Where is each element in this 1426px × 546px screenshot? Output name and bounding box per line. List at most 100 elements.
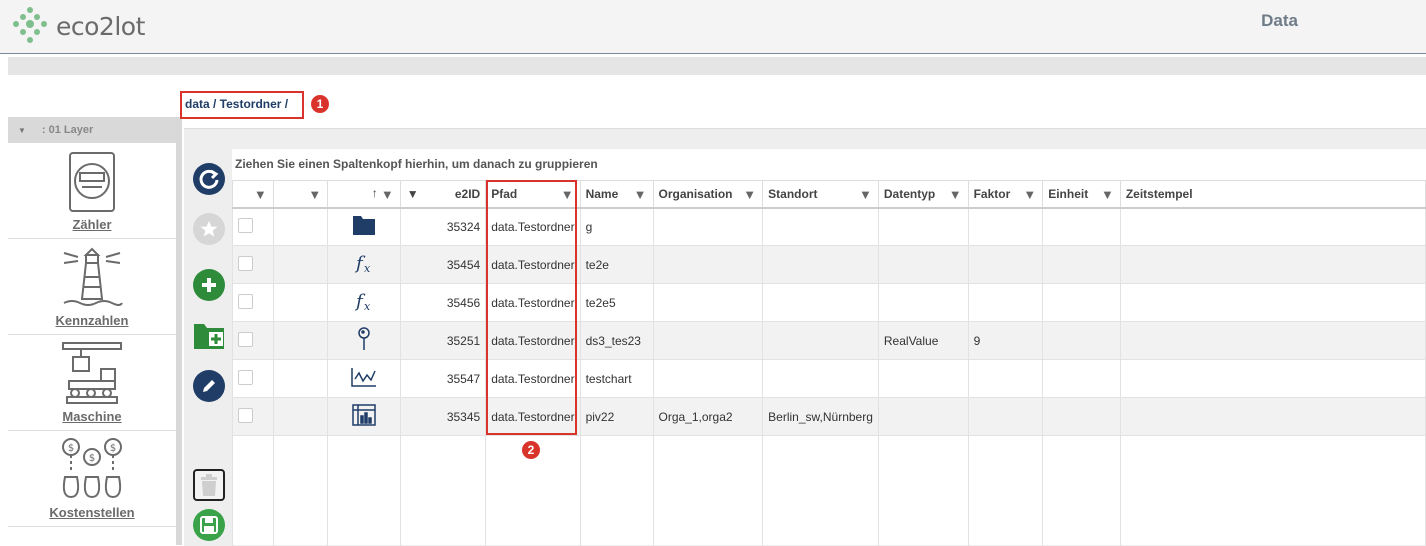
cell-organisation xyxy=(652,321,764,360)
checkbox[interactable] xyxy=(238,255,253,271)
svg-text:x: x xyxy=(364,300,371,312)
cell-einheit xyxy=(1042,397,1121,436)
favorite-button[interactable] xyxy=(193,213,225,245)
sidebar-item-zaehler[interactable]: Zähler xyxy=(8,143,176,239)
table-row[interactable]: f x 35454 data.Testordner te2e xyxy=(232,245,1426,284)
cell-einheit xyxy=(1042,321,1121,360)
empty-cell xyxy=(579,435,654,546)
filter-icon[interactable]: ▼ xyxy=(407,187,419,201)
row-checkbox[interactable] xyxy=(232,321,274,360)
sidebar-item-kostenstellen[interactable]: $ $ $ Kostenstellen xyxy=(8,431,176,527)
checkbox[interactable] xyxy=(238,293,253,309)
breadcrumb[interactable]: data / Testordner / xyxy=(180,91,304,119)
edit-button[interactable] xyxy=(193,370,225,402)
sidebar-item-kennzahlen[interactable]: Kennzahlen xyxy=(8,239,176,335)
cell-standort xyxy=(762,359,879,398)
row-checkbox[interactable] xyxy=(232,207,274,246)
row-checkbox[interactable] xyxy=(232,283,274,322)
cell-faktor xyxy=(967,397,1044,436)
cell-name: piv22 xyxy=(579,397,654,436)
layer-header[interactable]: ▼ : 01 Layer xyxy=(8,117,176,143)
lighthouse-icon xyxy=(63,247,123,306)
svg-text:x: x xyxy=(364,262,371,274)
save-button[interactable] xyxy=(193,509,225,541)
cell-faktor xyxy=(967,283,1044,322)
table-row[interactable]: 35547 data.Testordner testchart xyxy=(232,359,1426,398)
cell-name: g xyxy=(579,207,654,246)
cell-pfad: data.Testordner xyxy=(485,245,581,284)
cell-organisation xyxy=(652,207,764,246)
page-title: Data xyxy=(1261,11,1298,30)
cell-blank xyxy=(272,245,329,284)
column-header-einheit[interactable]: Einheit ▼ xyxy=(1042,180,1121,209)
cell-faktor xyxy=(967,359,1044,398)
cell-pfad: data.Testordner xyxy=(485,397,581,436)
column-header-blank[interactable]: ▼ xyxy=(272,180,329,209)
column-header-zeitstempel[interactable]: Zeitstempel xyxy=(1119,180,1426,209)
cell-e2id: 35345 xyxy=(399,397,487,436)
checkbox[interactable] xyxy=(238,407,253,423)
money-bags-icon: $ $ $ xyxy=(62,438,122,499)
column-header-faktor[interactable]: Faktor ▼ xyxy=(967,180,1044,209)
cell-datentyp xyxy=(877,359,969,398)
add-folder-button[interactable] xyxy=(193,319,225,351)
column-header-select[interactable]: ▼ xyxy=(232,180,274,209)
empty-cell xyxy=(967,435,1044,546)
column-header-e2id[interactable]: ▼ e2ID xyxy=(399,180,487,209)
cell-type-icon xyxy=(327,207,401,246)
group-hint[interactable]: Ziehen Sie einen Spaltenkopf hierhin, um… xyxy=(232,149,1426,180)
folder-icon xyxy=(333,214,395,239)
column-header-datentyp[interactable]: Datentyp ▼ xyxy=(877,180,969,209)
cell-blank xyxy=(272,283,329,322)
filter-icon[interactable]: ▼ xyxy=(1101,187,1114,202)
sort-ascending-icon[interactable]: ↑ xyxy=(372,186,378,200)
cell-type-icon xyxy=(327,397,401,436)
filter-icon[interactable]: ▼ xyxy=(634,187,647,202)
cell-pfad: data.Testordner xyxy=(485,359,581,398)
table-row[interactable]: 35251 data.Testordner ds3_tes23 RealValue 9 xyxy=(232,321,1426,360)
row-checkbox[interactable] xyxy=(232,397,274,436)
row-checkbox[interactable] xyxy=(232,245,274,284)
checkbox[interactable] xyxy=(238,217,253,233)
refresh-button[interactable] xyxy=(193,163,225,195)
cell-datentyp xyxy=(877,397,969,436)
sidebar-top-spacer xyxy=(8,90,176,117)
filter-icon[interactable]: ▼ xyxy=(308,187,321,202)
filter-icon[interactable]: ▼ xyxy=(381,187,394,202)
cell-standort: Berlin_sw,Nürnberg xyxy=(762,397,879,436)
cell-type-icon xyxy=(327,321,401,360)
table-row[interactable]: f x 35456 data.Testordner te2e5 xyxy=(232,283,1426,322)
logo[interactable]: eco2lot xyxy=(10,5,145,47)
cell-type-icon: fx xyxy=(327,245,401,284)
table-row[interactable]: 35324 data.Testordner g xyxy=(232,207,1426,246)
filter-icon[interactable]: ▼ xyxy=(254,187,267,202)
row-checkbox[interactable] xyxy=(232,359,274,398)
filter-icon[interactable]: ▼ xyxy=(1023,187,1036,202)
table-row[interactable]: 35345 data.Testordner piv22 Orga_1,orga2 Ber… xyxy=(232,397,1426,436)
checkbox[interactable] xyxy=(238,331,253,347)
empty-cell xyxy=(762,435,879,546)
cell-zeitstempel xyxy=(1119,245,1426,284)
cell-datentyp xyxy=(877,245,969,284)
filter-icon[interactable]: ▼ xyxy=(561,187,574,202)
delete-button[interactable] xyxy=(193,469,225,501)
cell-datentyp xyxy=(877,283,969,322)
checkbox[interactable] xyxy=(238,369,253,385)
trash-icon xyxy=(201,474,217,496)
cell-zeitstempel xyxy=(1119,397,1426,436)
column-header-standort[interactable]: Standort ▼ xyxy=(762,180,879,209)
filter-icon[interactable]: ▼ xyxy=(859,187,872,202)
filter-icon[interactable]: ▼ xyxy=(949,187,962,202)
column-header-name[interactable]: Name ▼ xyxy=(579,180,654,209)
breadcrumb-row: data / Testordner / 1 xyxy=(178,90,1426,120)
cell-blank xyxy=(272,397,329,436)
cell-name: testchart xyxy=(579,359,654,398)
add-button[interactable] xyxy=(193,269,225,301)
sidebar-item-maschine[interactable]: Maschine xyxy=(8,335,176,431)
column-header-type[interactable]: ↑ ▼ xyxy=(327,180,401,209)
column-header-pfad[interactable]: Pfad ▼ xyxy=(485,180,581,209)
eco2lot-logo-icon xyxy=(13,7,47,43)
cell-blank xyxy=(272,321,329,360)
column-header-organisation[interactable]: Organisation ▼ xyxy=(652,180,764,209)
filter-icon[interactable]: ▼ xyxy=(743,187,756,202)
